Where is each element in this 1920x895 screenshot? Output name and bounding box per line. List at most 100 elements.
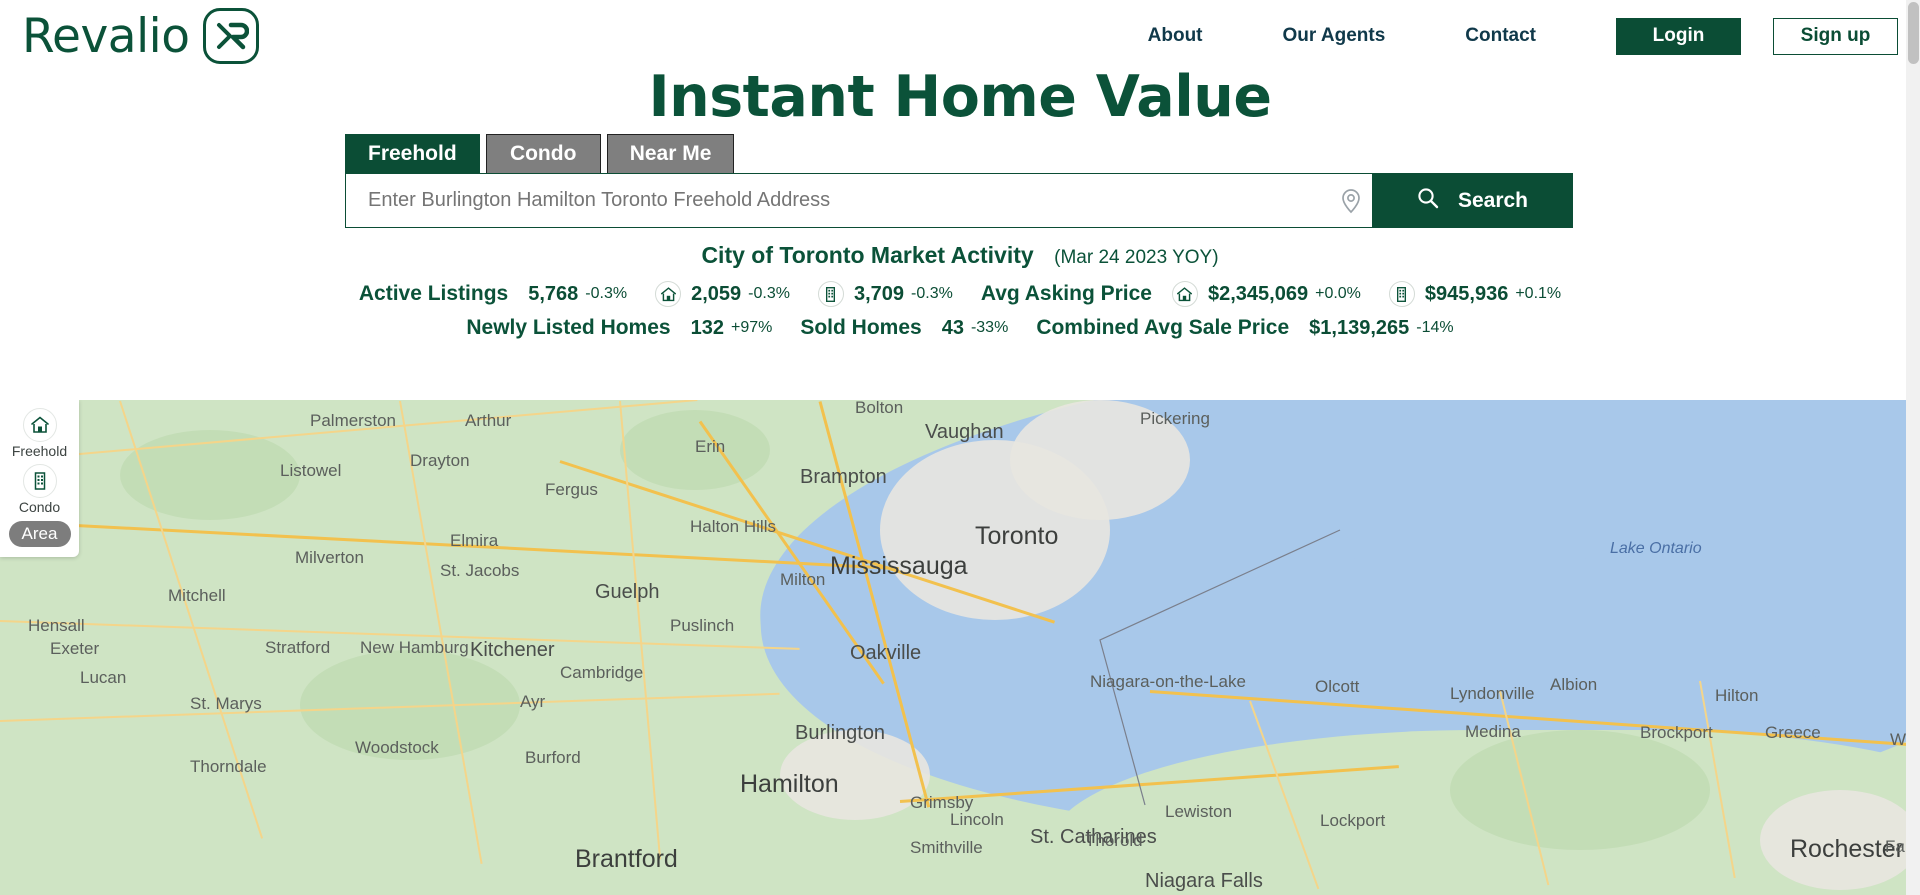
active-listings-total-delta: -0.3% — [585, 285, 627, 303]
building-icon — [1389, 281, 1415, 307]
map-town-label: Palmerston — [310, 411, 396, 431]
map-city-label: Brampton — [800, 466, 887, 489]
scrollbar-thumb[interactable] — [1908, 2, 1919, 64]
market-stats-row-1: Active Listings 5,768 -0.3% 2,059 -0.3% — [0, 281, 1920, 307]
search-bar: Search — [345, 173, 1573, 228]
map-city-label: Brantford — [575, 845, 678, 874]
avg-asking-price-condo-delta: +0.1% — [1515, 285, 1561, 303]
map-control-area-button[interactable]: Area — [9, 521, 71, 547]
signup-button[interactable]: Sign up — [1773, 18, 1898, 55]
map-town-label: Lincoln — [950, 810, 1004, 830]
revalio-r-arrow-icon — [203, 8, 259, 64]
search-input-wrap — [346, 174, 1372, 227]
location-pin-icon[interactable] — [1340, 188, 1362, 214]
map-control-freehold-label: Freehold — [12, 443, 67, 459]
map-town-label: Stratford — [265, 638, 330, 658]
tab-near-me[interactable]: Near Me — [607, 134, 735, 173]
map-city-label: Burlington — [795, 722, 885, 745]
newly-listed-delta: +97% — [731, 319, 772, 337]
active-listings-condo-delta: -0.3% — [911, 285, 953, 303]
page-scrollbar[interactable] — [1906, 0, 1920, 895]
map-town-label: Puslinch — [670, 616, 734, 636]
avg-asking-price-freehold-delta: +0.0% — [1315, 285, 1361, 303]
map-town-label: Thorold — [1085, 831, 1143, 851]
map-town-label: Arthur — [465, 411, 511, 431]
map-town-label: Drayton — [410, 451, 470, 471]
map-city-label: Guelph — [595, 581, 660, 604]
map-town-label: Burford — [525, 748, 581, 768]
property-type-tabs: Freehold Condo Near Me — [345, 134, 1573, 173]
combined-avg-sale-price-label: Combined Avg Sale Price — [1036, 316, 1289, 340]
newly-listed-label: Newly Listed Homes — [466, 316, 670, 340]
map-town-label: Elmira — [450, 531, 498, 551]
map-city-label: Niagara Falls — [1145, 870, 1263, 893]
market-stats-row-2: Newly Listed Homes 132 +97% Sold Homes 4… — [0, 316, 1920, 340]
map-town-label: Smithville — [910, 838, 983, 858]
sold-homes-value: 43 — [942, 317, 964, 340]
map-canvas[interactable]: Freehold Condo Area TorontoMississaugaHa… — [0, 400, 1920, 895]
nav-link-our-agents[interactable]: Our Agents — [1243, 25, 1426, 47]
map-town-label: Milton — [780, 570, 825, 590]
market-title: City of Toronto Market Activity — [701, 242, 1033, 269]
map-town-label: Milverton — [295, 548, 364, 568]
map-town-label: Ayr — [520, 692, 545, 712]
active-listings-total-value: 5,768 — [528, 283, 578, 306]
map-town-label: Thorndale — [190, 757, 267, 777]
active-listings-condo-value: 3,709 — [854, 283, 904, 306]
house-icon — [655, 281, 681, 307]
map-town-label: Bolton — [855, 400, 903, 418]
avg-asking-price-condo-value: $945,936 — [1425, 283, 1508, 306]
map-town-label: Brockport — [1640, 723, 1713, 743]
search-input[interactable] — [368, 189, 1340, 212]
map-town-label: St. Jacobs — [440, 561, 519, 581]
map-town-label: Albion — [1550, 675, 1597, 695]
active-listings-label: Active Listings — [359, 282, 508, 306]
map-town-label: Exeter — [50, 639, 99, 659]
map-control-freehold[interactable]: Freehold — [0, 408, 79, 459]
house-icon — [1172, 281, 1198, 307]
avg-asking-price-freehold-value: $2,345,069 — [1208, 283, 1308, 306]
search-button[interactable]: Search — [1372, 174, 1572, 227]
map-layer-controls: Freehold Condo Area — [0, 400, 79, 557]
map-town-label: Fergus — [545, 480, 598, 500]
map-city-label: Mississauga — [830, 552, 968, 581]
tab-condo[interactable]: Condo — [486, 134, 601, 173]
building-icon — [23, 464, 57, 498]
map-town-label: New Hamburg — [360, 638, 469, 658]
map-town-label: St. Marys — [190, 694, 262, 714]
map-town-label: Lewiston — [1165, 802, 1232, 822]
map-town-label: Greece — [1765, 723, 1821, 743]
nav-link-about[interactable]: About — [1108, 25, 1243, 47]
map-control-condo-label: Condo — [19, 499, 60, 515]
map-town-label: Olcott — [1315, 677, 1359, 697]
main-nav: About Our Agents Contact Login Sign up — [1108, 18, 1898, 55]
logo[interactable]: Revalio — [22, 8, 259, 64]
map-town-label: Cambridge — [560, 663, 643, 683]
magnifier-icon — [1416, 186, 1440, 216]
search-panel: Freehold Condo Near Me Search — [345, 134, 1573, 228]
map-town-label: Lockport — [1320, 811, 1385, 831]
active-listings-freehold-value: 2,059 — [691, 283, 741, 306]
map-city-label: Hamilton — [740, 770, 839, 799]
map-town-label: Pickering — [1140, 409, 1210, 429]
market-activity: City of Toronto Market Activity (Mar 24 … — [0, 242, 1920, 340]
combined-avg-sale-price-value: $1,139,265 — [1309, 317, 1409, 340]
map-city-label: Vaughan — [925, 421, 1004, 444]
nav-link-contact[interactable]: Contact — [1425, 25, 1576, 47]
site-header: Revalio About Our Agents Contact Login S… — [0, 0, 1920, 72]
map-town-label: Lyndonville — [1450, 684, 1534, 704]
map-control-condo[interactable]: Condo — [0, 464, 79, 515]
map-town-label: Medina — [1465, 722, 1521, 742]
page-title: Instant Home Value — [0, 64, 1920, 130]
map-town-label: Mitchell — [168, 586, 226, 606]
map-town-label: Halton Hills — [690, 517, 776, 537]
map-town-label: Erin — [695, 437, 725, 457]
tab-freehold[interactable]: Freehold — [345, 134, 480, 173]
map-city-label: Oakville — [850, 642, 921, 665]
map-town-label: Woodstock — [355, 738, 439, 758]
market-date: (Mar 24 2023 YOY) — [1054, 247, 1218, 268]
map-town-label: Hilton — [1715, 686, 1758, 706]
map-town-label: Hensall — [28, 616, 85, 636]
house-icon — [23, 408, 57, 442]
login-button[interactable]: Login — [1616, 18, 1741, 55]
